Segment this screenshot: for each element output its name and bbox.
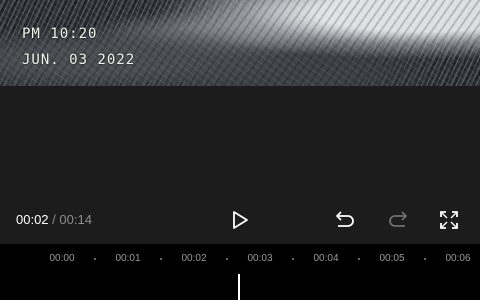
date-stamp: JUN. 03 2022 — [22, 52, 136, 68]
play-icon — [233, 211, 248, 229]
time-stamp: PM 10:20 — [22, 26, 98, 42]
timeline-tick-label: 00:05 — [379, 253, 405, 264]
total-time: 00:14 — [59, 212, 92, 227]
timeline-tick-label: 00:02 — [181, 253, 207, 264]
timeline-tick-label: 00:00 — [49, 253, 75, 264]
fullscreen-button[interactable] — [435, 206, 463, 234]
timeline-tick-dot — [358, 258, 360, 260]
playhead[interactable] — [238, 274, 240, 300]
playback-controls: 00:02 / 00:14 — [0, 200, 480, 240]
timeline-tick-dot — [226, 258, 228, 260]
fullscreen-icon — [440, 211, 458, 229]
timeline-ruler[interactable]: 00:00 00:01 00:02 00:03 00:04 00:05 00:06 — [0, 244, 480, 300]
timeline-tick-dot — [292, 258, 294, 260]
time-separator: / — [48, 212, 60, 227]
timeline-tick-dot — [94, 258, 96, 260]
undo-button[interactable] — [331, 206, 359, 234]
play-button[interactable] — [226, 206, 254, 234]
redo-icon — [389, 211, 407, 227]
undo-icon — [336, 211, 354, 227]
video-preview: PM 10:20 JUN. 03 2022 — [0, 0, 480, 86]
timeline-tick-label: 00:03 — [247, 253, 273, 264]
timeline-tick-dot — [424, 258, 426, 260]
timeline-tick-label: 00:06 — [445, 253, 471, 264]
timeline-tick-dot — [160, 258, 162, 260]
redo-button[interactable] — [384, 206, 412, 234]
timeline-tick-label: 00:01 — [115, 253, 141, 264]
current-time: 00:02 — [16, 212, 49, 227]
timecode: 00:02 / 00:14 — [16, 212, 92, 227]
timeline-tick-label: 00:04 — [313, 253, 339, 264]
